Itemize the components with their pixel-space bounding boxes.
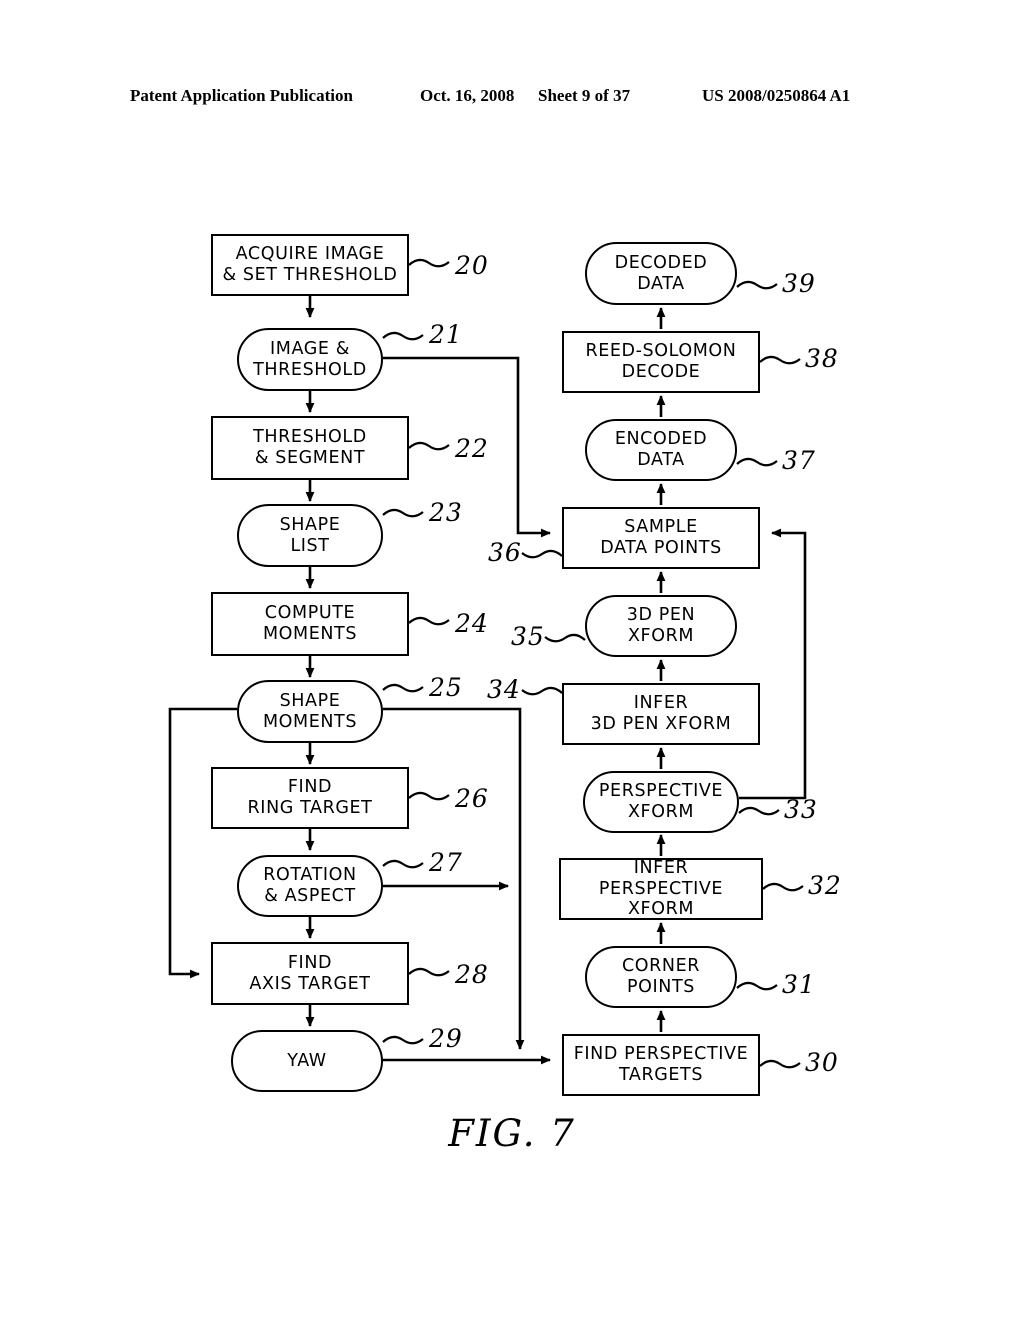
refnum-31: 31 [782,970,816,999]
refnum-27: 27 [429,848,463,877]
refnum-20: 20 [455,251,489,280]
refnum-22: 22 [455,434,489,463]
refnum-39: 39 [782,269,816,298]
refnum-32: 32 [808,871,842,900]
refnum-21: 21 [429,320,463,349]
refnum-30: 30 [805,1048,839,1077]
refnum-23: 23 [429,498,463,527]
refnum-37: 37 [782,446,816,475]
refnum-34: 34 [487,675,521,704]
refnum-25: 25 [429,673,463,702]
refnum-28: 28 [455,960,489,989]
refnum-29: 29 [429,1024,463,1053]
refnum-36: 36 [488,538,522,567]
refnum-26: 26 [455,784,489,813]
refnum-24: 24 [455,609,489,638]
figure-caption: FIG. 7 [448,1112,576,1155]
refnum-38: 38 [805,344,839,373]
refnum-35: 35 [511,622,545,651]
refnum-33: 33 [784,795,818,824]
flowchart-figure: ACQUIRE IMAGE & SET THRESHOLD IMAGE & TH… [0,0,1024,1320]
